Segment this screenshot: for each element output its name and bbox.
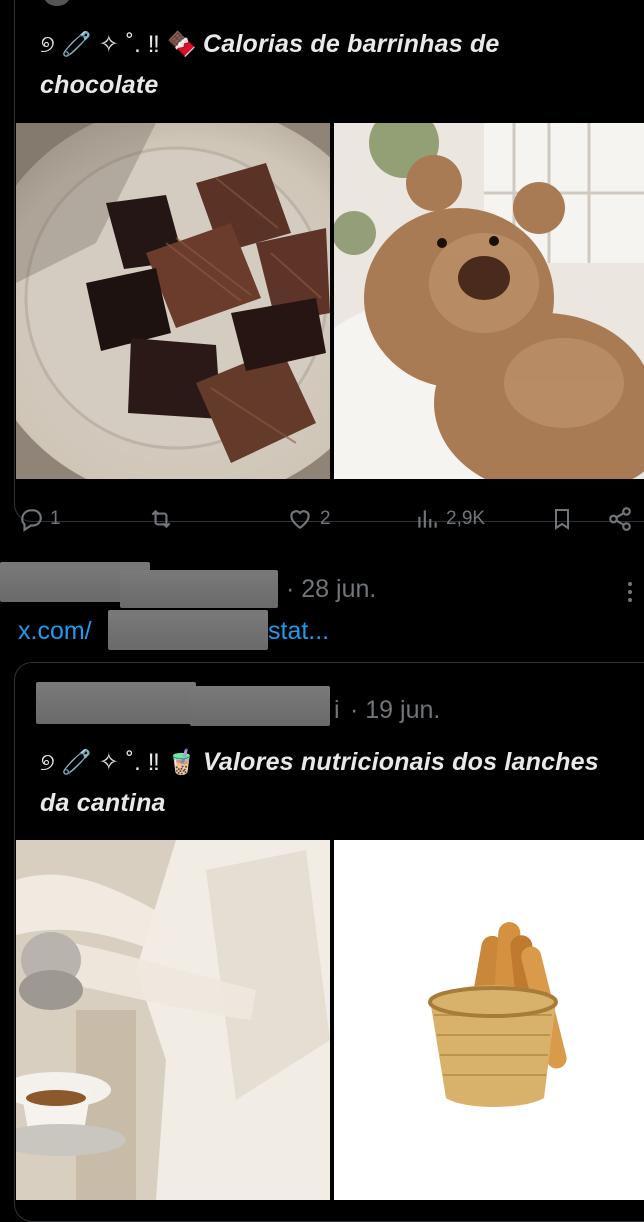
link-prefix[interactable]: x.com/ <box>18 617 92 646</box>
analytics-icon <box>418 510 437 528</box>
tea-pouring-photo[interactable] <box>16 840 330 1200</box>
retweet-icon <box>151 509 171 529</box>
share-button[interactable] <box>606 506 634 532</box>
reply-button[interactable]: 1 <box>18 506 61 532</box>
view-count: 2,9K <box>446 508 486 529</box>
link-suffix[interactable]: stat... <box>268 617 329 646</box>
like-count: 2 <box>320 508 331 529</box>
redacted-quoted-handle <box>190 686 330 726</box>
quoted-handle-suffix: i <box>334 696 340 724</box>
reply-icon <box>21 509 42 532</box>
redacted-username <box>120 570 278 608</box>
share-icon <box>609 507 631 531</box>
decorative-emoji: ୭ 🧷 ✧ ˚. ‼ 🍫 <box>40 31 197 58</box>
bookmark-icon <box>555 509 569 530</box>
bookmark-button[interactable] <box>550 506 574 532</box>
reply-date: · 28 jun. <box>286 575 377 603</box>
like-button[interactable]: 2 <box>286 506 331 532</box>
retweet-button[interactable] <box>147 506 175 532</box>
tweet-1-actions: 1 2 2,9K <box>0 500 644 540</box>
tweet-1-text: ୭ 🧷 ✧ ˚. ‼ 🍫 Calorias de barrinhas de cho… <box>40 24 600 105</box>
bread-basket-photo[interactable] <box>334 840 644 1200</box>
chocolate-squares-photo[interactable] <box>16 123 330 479</box>
redacted-quoted-name <box>36 682 196 724</box>
more-options-icon[interactable] <box>628 578 636 606</box>
reply-count: 1 <box>50 508 61 529</box>
teddy-bear-photo[interactable] <box>334 123 644 479</box>
redacted-link <box>108 610 268 650</box>
decorative-emoji: ୭ 🧷 ✧ ˚. ‼ 🧋 <box>40 749 197 776</box>
tweet-2-text: ୭ 🧷 ✧ ˚. ‼ 🧋 Valores nutricionais dos lan… <box>40 742 600 823</box>
heart-icon <box>290 510 310 529</box>
views-button[interactable]: 2,9K <box>414 506 485 532</box>
quoted-date: · 19 jun. <box>350 696 441 724</box>
